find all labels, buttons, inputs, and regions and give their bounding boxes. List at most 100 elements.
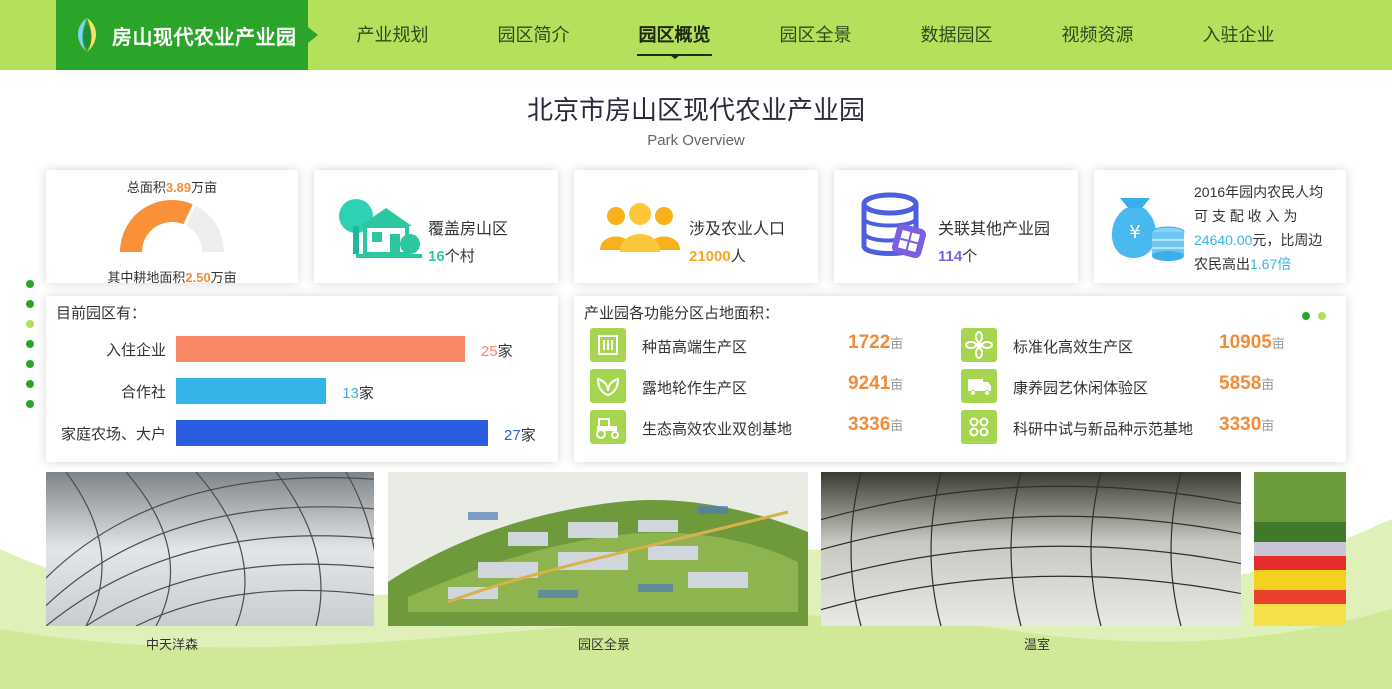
bar-row: 合作社 13家 — [46, 378, 558, 404]
side-dot[interactable] — [26, 360, 34, 368]
leaf-logo-icon — [78, 18, 96, 52]
zone-unit: 亩 — [890, 336, 904, 351]
page-subtitle: Park Overview — [647, 132, 745, 149]
nav-item-intro[interactable]: 园区简介 — [463, 0, 604, 70]
income-line-3: 24640.00元，比周边 — [1194, 228, 1336, 252]
zone-unit: 亩 — [1261, 418, 1275, 433]
zone-value: 9241亩 — [848, 373, 903, 395]
bar-row: 入住企业 25家 — [46, 336, 558, 362]
income-line-4: 农民高出1.67倍 — [1194, 252, 1336, 276]
money-bag-icon: ¥ — [1111, 198, 1185, 261]
park-count-card: 目前园区有： 入住企业 25家 合作社 13家家庭农场、大户 27家 — [46, 296, 558, 462]
photo-greenhouse-2[interactable] — [821, 472, 1241, 626]
parks-value: 114 — [938, 248, 963, 265]
photo-aerial[interactable] — [388, 472, 808, 626]
villages-card: 覆盖房山区 16个村 — [314, 170, 558, 283]
zone-name: 生态高效农业双创基地 — [642, 421, 793, 438]
income-text: 2016年园内农民人均 可 支 配 收 入 为 24640.00元，比周边 农民… — [1194, 180, 1336, 276]
income-line-2: 可 支 配 收 入 为 — [1194, 208, 1298, 224]
zone-item: 种苗高端生产区 1722亩 — [590, 328, 930, 362]
farm-area-value: 2.50 — [185, 270, 211, 285]
side-dot[interactable] — [26, 340, 34, 348]
side-dot[interactable] — [26, 280, 34, 288]
nav-item-overview[interactable]: 园区概览 — [604, 0, 745, 70]
brand-name: 房山现代农业产业园 — [112, 26, 297, 49]
parks-card: 关联其他产业园 114个 — [834, 170, 1078, 283]
leaf-icon — [590, 369, 626, 403]
side-pagination — [26, 280, 34, 420]
brand-arrow — [308, 27, 318, 43]
svg-text:¥: ¥ — [1129, 222, 1140, 243]
flower-icon — [961, 328, 997, 362]
zone-value-number: 10905 — [1219, 332, 1272, 353]
zone-name: 露地轮作生产区 — [642, 380, 748, 397]
bar — [176, 420, 488, 446]
zones-pager-dot-active[interactable] — [1301, 312, 1310, 320]
side-dot[interactable] — [26, 400, 34, 408]
nav-item-data[interactable]: 数据园区 — [886, 0, 1027, 70]
zone-item: 标准化高效生产区 10905亩 — [961, 328, 1331, 362]
zone-value-number: 1722 — [848, 332, 891, 353]
nav-item-companies[interactable]: 入驻企业 — [1168, 0, 1309, 70]
nav-item-panorama[interactable]: 园区全景 — [745, 0, 886, 70]
photo-caption: 温室 — [1023, 637, 1050, 652]
zone-value: 3336亩 — [848, 414, 903, 436]
bar-row: 家庭农场、大户 27家 — [46, 420, 558, 446]
zone-value-number: 5858 — [1219, 373, 1262, 394]
zone-value-number: 3330 — [1219, 414, 1262, 435]
brand[interactable]: 房山现代农业产业园 — [56, 0, 308, 70]
tractor-icon — [590, 410, 626, 444]
zone-item: 科研中试与新品种示范基地 3330亩 — [961, 410, 1331, 444]
zone-name: 科研中试与新品种示范基地 — [1013, 421, 1194, 438]
zone-value: 10905亩 — [1219, 332, 1285, 354]
population-value: 21000 — [689, 248, 731, 265]
total-area-value: 3.89 — [165, 180, 192, 195]
zones-card: 产业园各功能分区占地面积： 种苗高端生产区 1722亩 标准化高效生产区 109… — [574, 296, 1346, 462]
nav-item-plan[interactable]: 产业规划 — [322, 0, 463, 70]
park-count-title: 目前园区有： — [56, 305, 147, 322]
nav-item-video[interactable]: 视频资源 — [1027, 0, 1168, 70]
income-compare: 农民高出 — [1194, 256, 1250, 272]
zones-pager — [1301, 307, 1326, 325]
bar — [176, 378, 327, 404]
zone-unit: 亩 — [1261, 377, 1275, 392]
zone-item: 生态高效农业双创基地 3336亩 — [590, 410, 930, 444]
photo-flowers[interactable] — [1254, 472, 1346, 626]
bar-value: 27家 — [504, 427, 536, 444]
bar — [176, 336, 465, 362]
building-icon — [590, 328, 626, 362]
grid-icon — [961, 410, 997, 444]
zone-value: 5858亩 — [1219, 373, 1274, 395]
area-gauge — [120, 199, 224, 252]
parks-value-line: 114个 — [938, 245, 977, 266]
population-value-line: 21000人 — [689, 245, 746, 266]
villages-label: 覆盖房山区 — [428, 221, 509, 238]
zone-name: 种苗高端生产区 — [642, 339, 748, 356]
total-area-unit: 万亩 — [191, 180, 218, 195]
side-dot[interactable] — [26, 380, 34, 388]
page-title: 北京市房山区现代农业产业园 — [526, 95, 865, 125]
photo-greenhouse-1[interactable] — [46, 472, 374, 626]
side-dot-active[interactable] — [26, 320, 34, 328]
bar-label: 家庭农场、大户 — [60, 426, 166, 443]
bar-label: 合作社 — [120, 384, 166, 401]
farm-area-line: 其中耕地面积2.50万亩 — [46, 267, 298, 286]
zone-item: 康养园艺休闲体验区 5858亩 — [961, 369, 1331, 403]
side-dot[interactable] — [26, 300, 34, 308]
zone-value-number: 3336 — [848, 414, 891, 435]
zone-name: 康养园艺休闲体验区 — [1013, 380, 1149, 397]
database-icon — [861, 192, 927, 259]
area-card: 总面积3.89万亩 其中耕地面积2.50万亩 — [46, 170, 298, 286]
photo-caption: 园区全景 — [577, 637, 630, 652]
farm-area-label: 其中耕地面积 — [107, 270, 186, 285]
population-unit: 人 — [730, 248, 746, 265]
zones-pager-dot[interactable] — [1318, 312, 1326, 320]
villages-value: 16 — [428, 248, 445, 265]
zone-unit: 亩 — [1271, 336, 1285, 351]
income-value: 24640.00 — [1194, 232, 1253, 248]
zone-value-number: 9241 — [848, 373, 891, 394]
photo-caption: 中天洋森 — [145, 637, 198, 652]
top-nav: 房山现代农业产业园 产业规划 园区简介 园区概览 园区全景 数据园区 视频资源 … — [0, 0, 1392, 70]
zone-value: 3330亩 — [1219, 414, 1274, 436]
villages-value-line: 16个村 — [428, 245, 475, 266]
